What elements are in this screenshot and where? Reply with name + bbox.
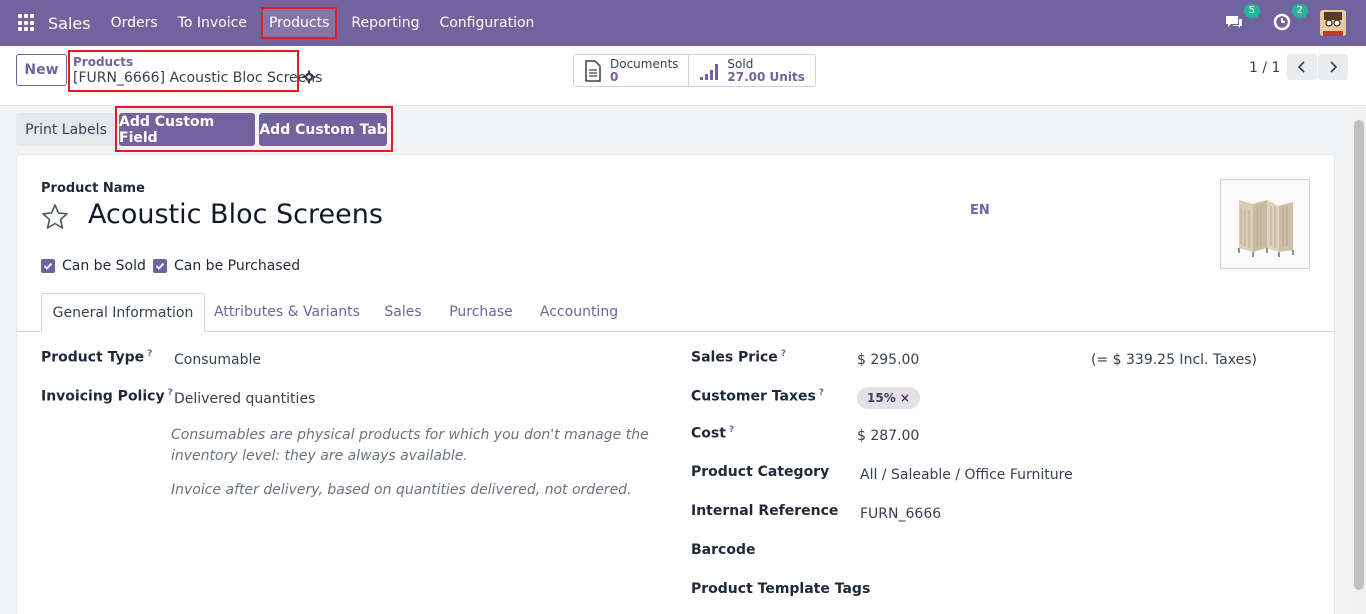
chevron-left-icon [1297,61,1305,73]
tab-attributes-variants[interactable]: Attributes & Variants [207,293,367,332]
customer-taxes-label: Customer Taxes? [691,388,825,405]
nav-orders[interactable]: Orders [101,7,168,39]
help-tooltip-icon[interactable]: ? [781,349,786,359]
activities-badge: 2 [1291,4,1308,18]
messages-badge: 5 [1243,4,1260,18]
chat-icon [1226,16,1242,28]
control-panel: New Products [FURN_6666] Acoustic Bloc S… [0,46,1366,106]
documents-smart-button[interactable]: Documents 0 [574,55,688,86]
page-scrollbar[interactable] [1352,106,1366,614]
internal-reference-field[interactable]: FURN_6666 [860,506,941,522]
pager-counter[interactable]: 1 / 1 [1249,60,1280,76]
checkmark-icon [153,259,167,273]
chevron-right-icon [1330,61,1338,73]
gear-icon[interactable] [302,70,316,84]
product-type-label: Product Type? [41,349,153,366]
can-be-purchased-label: Can be Purchased [174,258,301,274]
add-custom-tab-button[interactable]: Add Custom Tab [259,113,387,146]
consumable-help-text: Consumables are physical products for wh… [171,427,649,464]
help-tooltip-icon[interactable]: ? [819,388,824,398]
clock-icon [1273,13,1291,31]
apps-menu-icon[interactable] [18,14,36,32]
help-tooltip-icon[interactable]: ? [147,349,152,359]
user-avatar[interactable] [1320,10,1346,36]
documents-count: 0 [610,69,619,84]
form-sheet: Product Name Acoustic Bloc Screens EN Ca… [16,154,1335,614]
product-name-field[interactable]: Acoustic Bloc Screens [88,199,383,230]
pager-previous-button[interactable] [1287,54,1317,80]
documents-label: Documents [610,56,679,71]
breadcrumb: Products [FURN_6666] Acoustic Bloc Scree… [68,50,323,92]
tab-accounting[interactable]: Accounting [525,293,633,332]
room-divider-image [1238,200,1294,257]
nav-to-invoice[interactable]: To Invoice [168,7,257,39]
product-image[interactable] [1220,179,1310,269]
add-custom-field-button[interactable]: Add Custom Field [119,113,255,146]
smart-buttons: Documents 0 Sold 27.00 Units [573,54,816,87]
sales-price-label: Sales Price? [691,349,787,366]
top-navbar: Sales Orders To Invoice Products Reporti… [0,0,1366,46]
help-tooltip-icon[interactable]: ? [168,388,173,398]
barcode-label: Barcode [691,542,756,558]
tab-purchase[interactable]: Purchase [439,293,523,332]
checkmark-icon [41,259,55,273]
price-incl-taxes: (= $ 339.25 Incl. Taxes) [1091,352,1257,368]
star-icon[interactable] [41,203,69,231]
customer-tax-tag[interactable]: 15% × [857,387,920,409]
can-be-purchased-checkbox[interactable]: Can be Purchased [153,258,300,274]
tab-general-information[interactable]: General Information [41,293,205,332]
scrollbar-thumb[interactable] [1354,120,1364,590]
app-brand[interactable]: Sales [48,14,91,33]
breadcrumb-current: [FURN_6666] Acoustic Bloc Screens [73,70,323,86]
cost-field[interactable]: $ 287.00 [857,428,919,444]
invoicing-policy-label: Invoicing Policy? [41,388,173,405]
sales-price-field[interactable]: $ 295.00 [857,352,919,368]
product-name-label: Product Name [41,181,145,196]
print-labels-button[interactable]: Print Labels [16,113,116,146]
breadcrumb-parent-link[interactable]: Products [73,55,294,69]
sold-smart-button[interactable]: Sold 27.00 Units [688,55,814,86]
pager-next-button[interactable] [1318,54,1348,80]
document-icon [585,59,601,82]
language-switch[interactable]: EN [970,203,990,218]
product-category-label: Product Category [691,464,830,480]
sold-label: Sold [727,56,754,71]
nav-reporting[interactable]: Reporting [341,7,429,39]
product-type-field[interactable]: Consumable [174,352,261,368]
tab-sales[interactable]: Sales [369,293,437,332]
messages-button[interactable]: 5 [1224,4,1260,34]
cost-label: Cost? [691,425,735,442]
internal-reference-label: Internal Reference [691,503,839,519]
notebook-tabs: General Information Attributes & Variant… [17,293,1334,332]
product-template-tags-label: Product Template Tags [691,581,871,597]
can-be-sold-label: Can be Sold [62,258,146,274]
help-tooltip-icon[interactable]: ? [729,425,734,435]
activities-button[interactable]: 2 [1272,4,1308,34]
invoicing-policy-field[interactable]: Delivered quantities [174,391,315,407]
new-button[interactable]: New [16,54,67,86]
nav-configuration[interactable]: Configuration [429,7,544,39]
can-be-sold-checkbox[interactable]: Can be Sold [41,258,146,274]
remove-tag-icon[interactable]: × [900,391,910,405]
nav-products[interactable]: Products [260,7,338,39]
sold-value: 27.00 Units [727,69,805,84]
product-category-field[interactable]: All / Saleable / Office Furniture [860,467,1073,483]
bar-chart-icon [700,63,719,80]
invoice-help-text: Invoice after delivery, based on quantit… [171,482,632,498]
